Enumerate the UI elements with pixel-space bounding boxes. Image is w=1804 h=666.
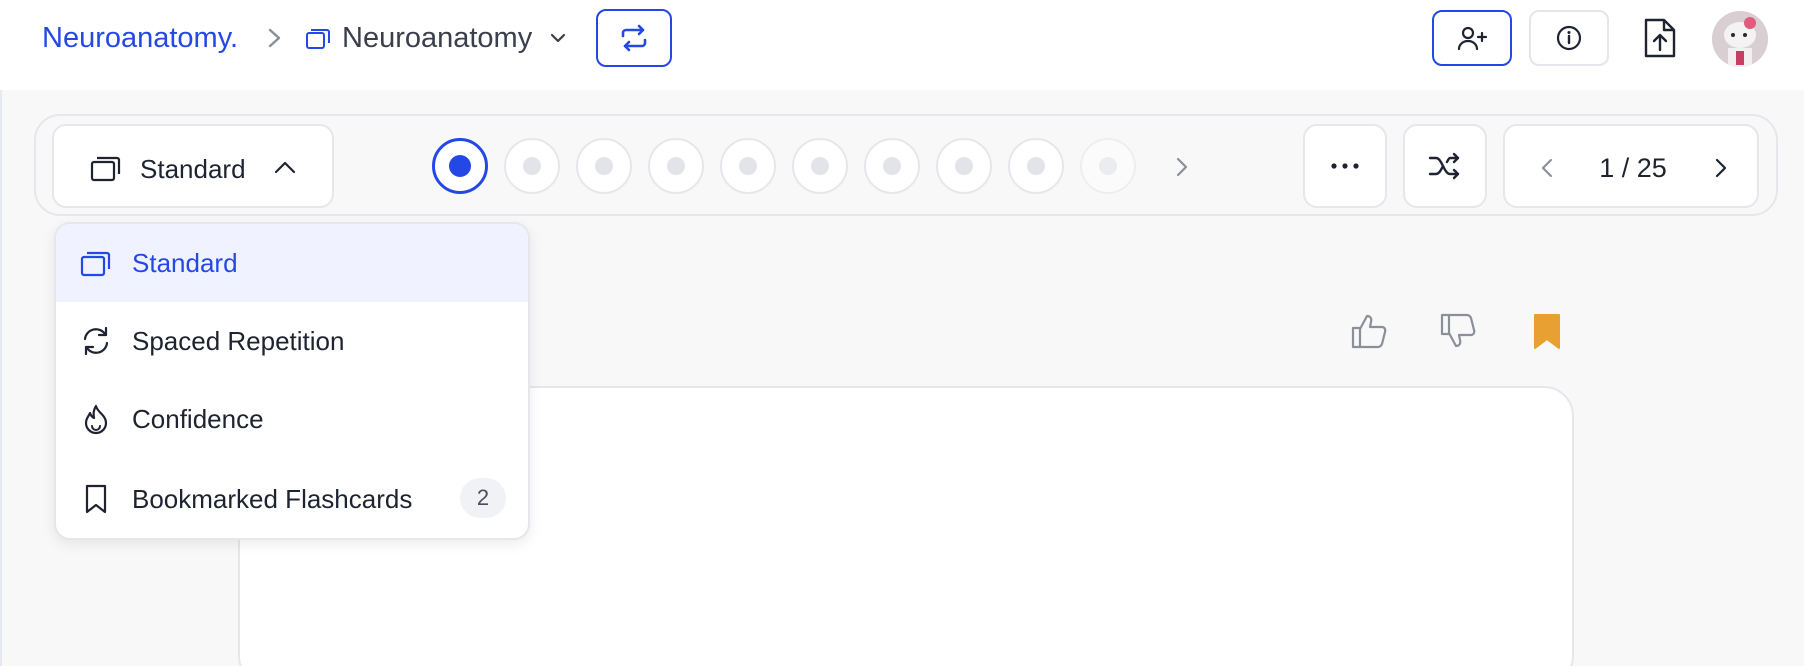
user-plus-icon [1457, 26, 1488, 51]
bookmark-outline-icon [85, 484, 107, 514]
bookmark-filled-icon[interactable] [1531, 311, 1563, 351]
chevron-right-icon[interactable] [1172, 154, 1192, 180]
study-mode-option-spaced-repetition[interactable]: Spaced Repetition [56, 302, 528, 380]
add-user-button[interactable] [1432, 10, 1512, 66]
breadcrumb-root-link[interactable]: Neuroanatomy. [42, 20, 238, 56]
progress-dot[interactable] [720, 138, 776, 194]
info-button[interactable] [1529, 10, 1609, 66]
card-counter: 1 / 25 [1599, 153, 1667, 183]
study-mode-button[interactable]: Standard [52, 124, 334, 208]
chevron-left-icon[interactable] [1537, 156, 1557, 180]
breadcrumb-deck-dropdown[interactable]: Neuroanatomy [342, 20, 532, 56]
thumbs-down-icon[interactable] [1438, 311, 1478, 351]
chevron-up-icon [274, 161, 296, 174]
file-upload-icon[interactable] [1642, 16, 1678, 60]
option-label: Confidence [132, 404, 264, 434]
study-mode-option-bookmarked[interactable]: Bookmarked Flashcards 2 [56, 460, 528, 538]
pager: 1 / 25 [1503, 124, 1759, 208]
avatar-image [1712, 11, 1768, 67]
flame-icon [84, 404, 108, 435]
repeat-icon [621, 24, 647, 52]
progress-dot[interactable] [936, 138, 992, 194]
study-mode-label: Standard [140, 154, 246, 184]
option-label: Bookmarked Flashcards [132, 484, 413, 514]
study-mode-dropdown: Standard Spaced Repetition Confidence Bo… [54, 222, 530, 540]
sync-button[interactable] [596, 9, 672, 67]
cards-icon [80, 251, 111, 277]
progress-dot[interactable] [504, 138, 560, 194]
cards-icon [306, 29, 330, 49]
progress-dot[interactable] [576, 138, 632, 194]
more-options-button[interactable] [1303, 124, 1387, 208]
thumbs-up-icon[interactable] [1349, 311, 1389, 351]
chevron-down-icon[interactable] [548, 28, 568, 48]
progress-dot[interactable] [792, 138, 848, 194]
progress-dot[interactable] [864, 138, 920, 194]
avatar[interactable] [1712, 11, 1768, 67]
chevron-right-icon[interactable] [1711, 156, 1731, 180]
shuffle-button[interactable] [1403, 124, 1487, 208]
study-mode-option-standard[interactable]: Standard [56, 224, 528, 302]
chevron-right-icon [268, 28, 281, 48]
top-bar: Neuroanatomy. Neuroanatomy [0, 0, 1804, 90]
study-mode-option-confidence[interactable]: Confidence [56, 380, 528, 458]
shuffle-icon [1428, 152, 1460, 180]
progress-dot[interactable] [1008, 138, 1064, 194]
progress-dot[interactable] [648, 138, 704, 194]
more-horizontal-icon [1331, 163, 1359, 169]
progress-dot-current[interactable] [432, 138, 488, 194]
bookmark-count-badge: 2 [460, 478, 506, 518]
option-label: Spaced Repetition [132, 326, 345, 356]
option-label: Standard [132, 248, 238, 278]
info-icon [1556, 25, 1582, 51]
refresh-icon [83, 326, 109, 356]
cards-icon [90, 156, 121, 182]
progress-dot[interactable] [1080, 138, 1136, 194]
